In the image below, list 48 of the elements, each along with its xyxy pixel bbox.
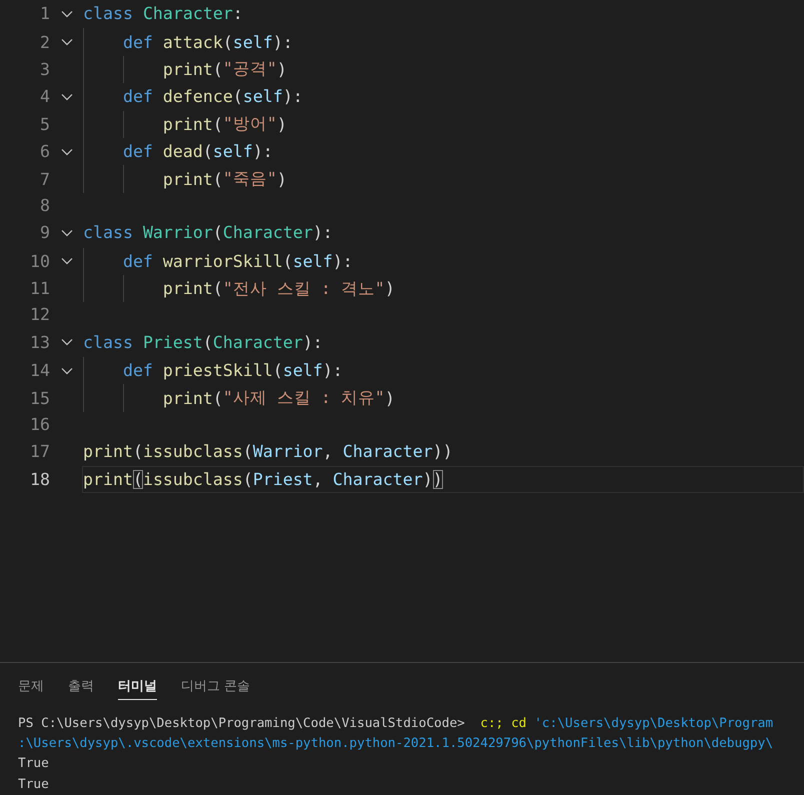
code-line: print("죽음") [82,164,804,194]
code-line: print("전사 스킬 : 격노") [82,274,804,304]
line-number: 18 [29,470,50,489]
code-line: def priestSkill(self): [82,356,804,386]
code-line: def dead(self): [82,136,804,166]
fold-chevron-icon[interactable] [60,366,72,375]
code-line: print("사제 스킬 : 치유") [82,383,804,413]
code-line: class Warrior(Character): [82,222,334,244]
code-line: print("공격") [82,54,804,84]
code-line: def attack(self): [82,27,804,57]
code-line: print("방어") [82,110,804,139]
code-line: def defence(self): [82,82,804,112]
line-number: 1 [39,4,50,24]
line-number: 3 [39,60,50,79]
panel-tab[interactable]: 출력 [68,670,94,700]
line-number: 12 [29,305,50,324]
line-number: 11 [29,279,50,298]
line-number: 16 [29,415,50,434]
line-number: 10 [29,252,50,271]
line-number: 9 [39,223,50,242]
fold-chevron-icon[interactable] [60,257,72,266]
line-number: 15 [29,388,50,408]
fold-chevron-icon[interactable] [60,92,72,101]
fold-chevron-icon[interactable] [60,228,72,237]
terminal-line: True [18,776,50,794]
panel-tab[interactable]: 터미널 [118,670,157,700]
code-line: class Character: [82,3,244,26]
line-number: 17 [29,442,50,462]
panel-tab[interactable]: 문제 [18,670,44,700]
line-number: 4 [39,87,50,106]
line-number: 14 [29,361,50,380]
line-number: 8 [39,196,50,215]
code-line: class Priest(Character): [82,332,324,354]
fold-chevron-icon[interactable] [60,148,72,156]
line-number: 13 [29,332,50,352]
terminal-line: :\Users\dysyp\.vscode\extensions\ms-python.python-2021.1.502429796\pythonFiles\lib\python\debugpy\ [18,735,774,754]
terminal-line: PS C:\Users\dysyp\Desktop\Programing\Code\VisualStdioCode> c:; cd 'c:\Users\dysyp\Desktop\Program [18,714,774,733]
fold-chevron-icon[interactable] [60,10,72,18]
fold-chevron-icon[interactable] [60,38,72,46]
line-number: 6 [39,142,50,162]
line-number: 2 [39,32,50,52]
code-line: def warriorSkill(self): [82,246,804,276]
panel-tab[interactable]: 디버그 콘솔 [181,670,250,700]
line-number: 7 [39,170,50,189]
fold-chevron-icon[interactable] [60,338,72,346]
terminal-line: True [18,755,50,774]
code-line: print(issubclass(Warrior, Character)) [82,441,454,464]
line-number: 5 [39,114,50,134]
